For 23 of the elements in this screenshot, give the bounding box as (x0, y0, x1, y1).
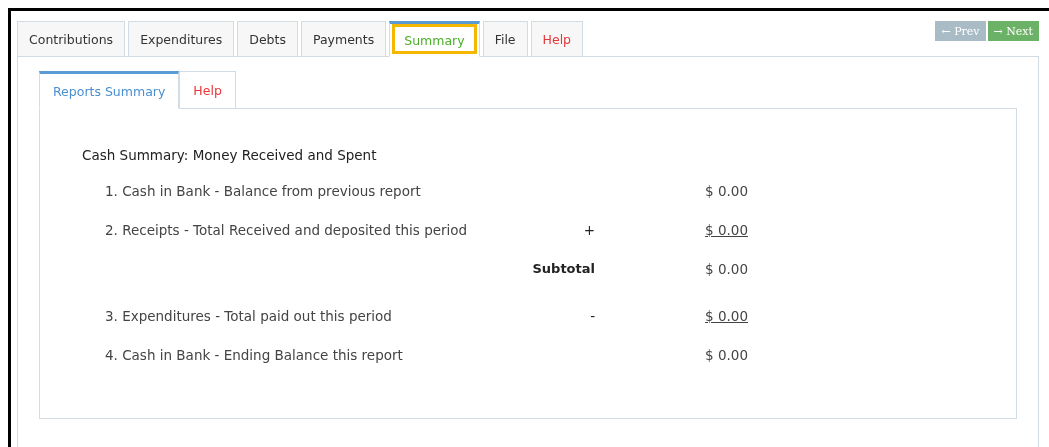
tab[interactable]: Help (530, 21, 584, 57)
tab[interactable]: Reports Summary (39, 71, 180, 109)
sign: - (590, 307, 595, 324)
tab[interactable]: Help (179, 71, 236, 109)
tab[interactable]: Debts (237, 21, 298, 57)
line-label: 4. Cash in Bank - Ending Balance this report (105, 346, 404, 363)
tab[interactable]: File (482, 21, 528, 57)
tab[interactable]: Contributions (17, 21, 126, 57)
tab[interactable]: Summary (389, 21, 480, 57)
next-button[interactable]: → Next (987, 21, 1039, 41)
line-label: 1. Cash in Bank - Balance from previous report (105, 182, 422, 199)
tab[interactable]: Payments (300, 21, 387, 57)
amount: $ 0.00 (705, 260, 748, 277)
sign: + (583, 221, 595, 238)
amount: $ 0.00 (705, 182, 748, 199)
line-label: 3. Expenditures - Total paid out this period (105, 307, 393, 324)
amount: $ 0.00 (705, 346, 748, 363)
line-label: 2. Receipts - Total Received and deposited this period (105, 221, 469, 238)
tab[interactable]: Expenditures (128, 21, 235, 57)
amount: $ 0.00 (705, 221, 748, 238)
amount: $ 0.00 (705, 307, 748, 324)
subtotal-label: Subtotal (532, 261, 595, 276)
section-title: Cash Summary: Money Received and Spent (82, 147, 378, 163)
